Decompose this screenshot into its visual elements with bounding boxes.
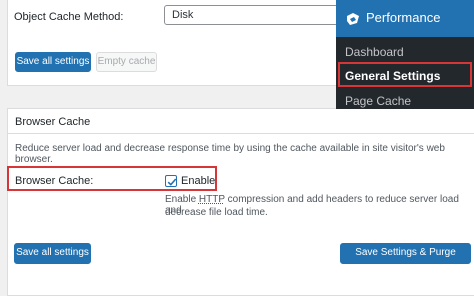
performance-admin-menu: Performance Dashboard General Settings P… <box>336 0 474 109</box>
help-text-prefix: Enable <box>165 194 199 205</box>
menu-item-dashboard[interactable]: Dashboard <box>345 45 404 59</box>
enable-label: Enable <box>181 175 216 187</box>
browser-cache-label: Browser Cache: <box>15 175 94 187</box>
section-divider <box>8 133 474 134</box>
http-abbr: HTTP <box>198 194 225 205</box>
object-cache-method-select[interactable]: Disk <box>164 5 354 25</box>
save-settings-purge-caches-button[interactable]: Save Settings & Purge Caches <box>340 243 471 276</box>
performance-logo-icon <box>347 13 359 25</box>
browser-cache-section-title: Browser Cache <box>15 116 91 128</box>
browser-cache-enable-checkbox[interactable] <box>165 175 177 187</box>
object-cache-method-label: Object Cache Method: <box>14 11 124 23</box>
menu-item-general-settings[interactable]: General Settings <box>345 69 440 83</box>
performance-menu-title: Performance <box>366 10 441 25</box>
menu-item-page-cache[interactable]: Page Cache <box>345 94 411 108</box>
browser-cache-help-line2: decrease file load time. <box>165 207 268 218</box>
object-cache-method-value: Disk <box>172 9 194 21</box>
performance-menu-header[interactable]: Performance <box>336 0 474 37</box>
checkmark-icon <box>167 178 177 186</box>
save-all-settings-button-top[interactable]: Save all settings <box>15 52 91 72</box>
browser-cache-description: Reduce server load and decrease response… <box>15 143 445 165</box>
save-all-settings-button-bottom[interactable]: Save all settings <box>14 243 91 264</box>
empty-cache-button: Empty cache <box>96 52 157 72</box>
